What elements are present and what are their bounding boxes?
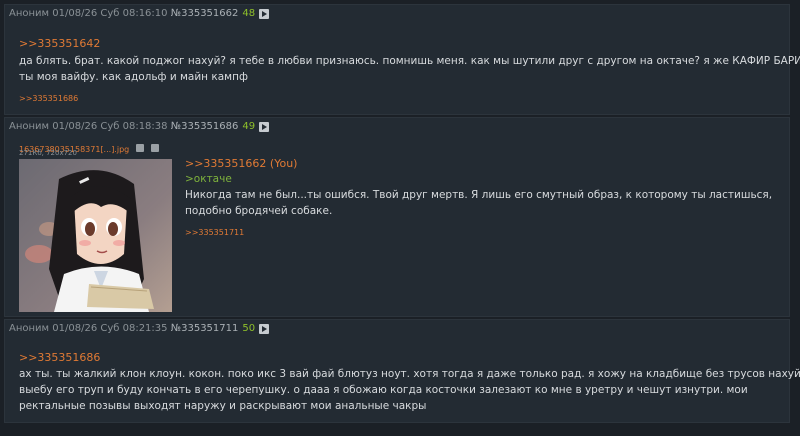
greentext-quote: >октаче — [185, 173, 232, 185]
anime-girl-image — [19, 159, 172, 312]
post-text-line: ты моя вайфу. как адольф и майн кампф — [19, 71, 248, 83]
post: Аноним 01/08/26 Суб 08:18:38 №335351686 … — [4, 117, 790, 317]
post: Аноним 01/08/26 Суб 08:21:35 №335351711 … — [4, 319, 800, 423]
file-meta: 271Кб, 720x720 — [19, 149, 77, 157]
post-author: Аноним — [9, 121, 50, 132]
backlink[interactable]: >>335351686 — [19, 94, 78, 103]
search-image-icon[interactable] — [136, 143, 145, 152]
post-number[interactable]: №335351662 — [171, 8, 239, 19]
post-header: Аноним 01/08/26 Суб 08:18:38 №335351686 … — [9, 121, 270, 132]
post-count: 49 — [242, 121, 256, 132]
download-icon[interactable] — [151, 143, 160, 152]
post-text-line: ректальные позывы выходят наружу и раскр… — [19, 400, 427, 412]
post-count: 50 — [242, 323, 256, 334]
post-menu-icon[interactable] — [259, 8, 270, 19]
reply-link[interactable]: >>335351642 — [19, 37, 100, 50]
post-header: Аноним 01/08/26 Суб 08:16:10 №335351662 … — [9, 8, 270, 19]
post-author: Аноним — [9, 323, 50, 334]
reply-link[interactable]: >>335351686 — [19, 351, 100, 364]
reply-link[interactable]: >>335351662 (You) — [185, 157, 297, 170]
backlink[interactable]: >>335351711 — [185, 228, 244, 237]
post: Аноним 01/08/26 Суб 08:16:10 №335351662 … — [4, 4, 800, 115]
post-datetime: 01/08/26 Суб 08:18:38 — [52, 121, 168, 132]
post-header: Аноним 01/08/26 Суб 08:21:35 №335351711 … — [9, 323, 270, 334]
post-number[interactable]: №335351711 — [171, 323, 239, 334]
post-image[interactable] — [19, 159, 172, 312]
post-number[interactable]: №335351686 — [171, 121, 239, 132]
thread-footer-toolbar — [0, 430, 800, 436]
post-datetime: 01/08/26 Суб 08:21:35 — [52, 323, 168, 334]
post-author: Аноним — [9, 8, 50, 19]
post-text-line: подобно бродячей собаке. — [185, 205, 333, 217]
post-menu-icon[interactable] — [259, 121, 270, 132]
post-menu-icon[interactable] — [259, 323, 270, 334]
post-datetime: 01/08/26 Суб 08:16:10 — [52, 8, 168, 19]
post-count: 48 — [242, 8, 256, 19]
